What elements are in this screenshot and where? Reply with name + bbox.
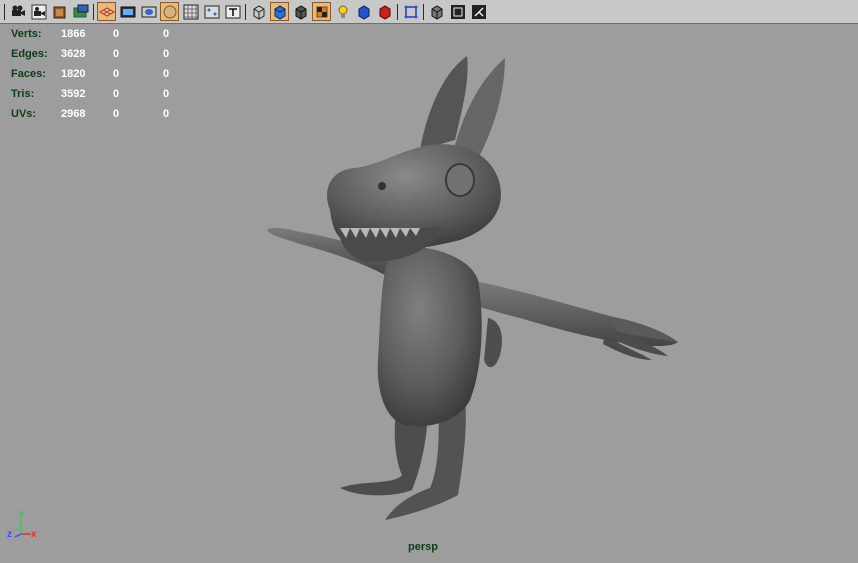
hud-value-component: 0 — [163, 108, 170, 120]
perspective-viewport[interactable]: Verts: 1866 0 0 Edges: 3628 0 0 Faces: 1… — [0, 0, 858, 563]
model-geometry — [267, 56, 678, 520]
text-icon[interactable] — [223, 2, 242, 21]
bounding-box-icon[interactable] — [291, 2, 310, 21]
hud-value-total: 2968 — [61, 108, 86, 120]
axis-z-line — [14, 533, 22, 538]
smooth-shade-icon[interactable] — [270, 2, 289, 21]
camera-attributes-icon[interactable] — [29, 2, 48, 21]
hud-value-component: 0 — [163, 48, 170, 60]
axis-gizmo: Y x z — [7, 510, 37, 540]
axis-z-label: z — [7, 529, 12, 540]
resolution-gate-icon[interactable] — [139, 2, 158, 21]
field-chart-icon[interactable] — [181, 2, 200, 21]
hud-value-total: 3592 — [61, 88, 86, 100]
grid-icon[interactable] — [97, 2, 116, 21]
safe-action-icon[interactable] — [160, 2, 179, 21]
toolbar-separator — [421, 2, 426, 22]
wireframe-icon[interactable] — [249, 2, 268, 21]
hud-value-component: 0 — [163, 88, 170, 100]
hud-value-selected: 0 — [113, 88, 120, 100]
hud-value-selected: 0 — [113, 108, 120, 120]
film-gate-icon[interactable] — [118, 2, 137, 21]
image-plane-icon[interactable] — [71, 2, 90, 21]
hud-label: Faces: — [11, 68, 46, 80]
toolbar-separator — [91, 2, 96, 22]
toolbar-separator — [395, 2, 400, 22]
hud-value-selected: 0 — [113, 28, 120, 40]
hud-value-component: 0 — [163, 68, 170, 80]
hud-value-selected: 0 — [113, 48, 120, 60]
axis-x-label: x — [31, 529, 37, 540]
hud-row-faces: Faces: 1820 0 0 — [11, 64, 193, 84]
lighting-icon[interactable] — [333, 2, 352, 21]
safe-title-icon[interactable] — [202, 2, 221, 21]
hud-row-edges: Edges: 3628 0 0 — [11, 44, 193, 64]
camera-name-label: persp — [408, 541, 438, 553]
hud-value-selected: 0 — [113, 68, 120, 80]
xray-icon[interactable] — [375, 2, 394, 21]
axis-y-label: Y — [18, 510, 25, 521]
hud-label: Edges: — [11, 48, 48, 60]
hud-row-tris: Tris: 3592 0 0 — [11, 84, 193, 104]
hud-label: UVs: — [11, 108, 37, 120]
shadow-icon[interactable] — [354, 2, 373, 21]
hud-value-component: 0 — [163, 28, 170, 40]
toolbar-separator — [243, 2, 248, 22]
hud-label: Tris: — [11, 88, 35, 100]
cube-wire-icon[interactable] — [427, 2, 446, 21]
frame-icon[interactable] — [448, 2, 467, 21]
hud-row-verts: Verts: 1866 0 0 — [11, 24, 193, 44]
texture-icon[interactable] — [312, 2, 331, 21]
toolbar-separator — [2, 2, 7, 22]
hud-row-uvs: UVs: 2968 0 0 — [11, 104, 193, 124]
poly-count-hud: Verts: 1866 0 0 Edges: 3628 0 0 Faces: 1… — [11, 24, 193, 124]
hud-label: Verts: — [11, 28, 42, 40]
hud-value-total: 1866 — [61, 28, 86, 40]
hud-value-total: 1820 — [61, 68, 86, 80]
isolate-icon[interactable] — [401, 2, 420, 21]
viewport-toolbar — [0, 0, 858, 24]
hud-value-total: 3628 — [61, 48, 86, 60]
bookmark-icon[interactable] — [50, 2, 69, 21]
camera-icon[interactable] — [8, 2, 27, 21]
manipulator-icon[interactable] — [469, 2, 488, 21]
